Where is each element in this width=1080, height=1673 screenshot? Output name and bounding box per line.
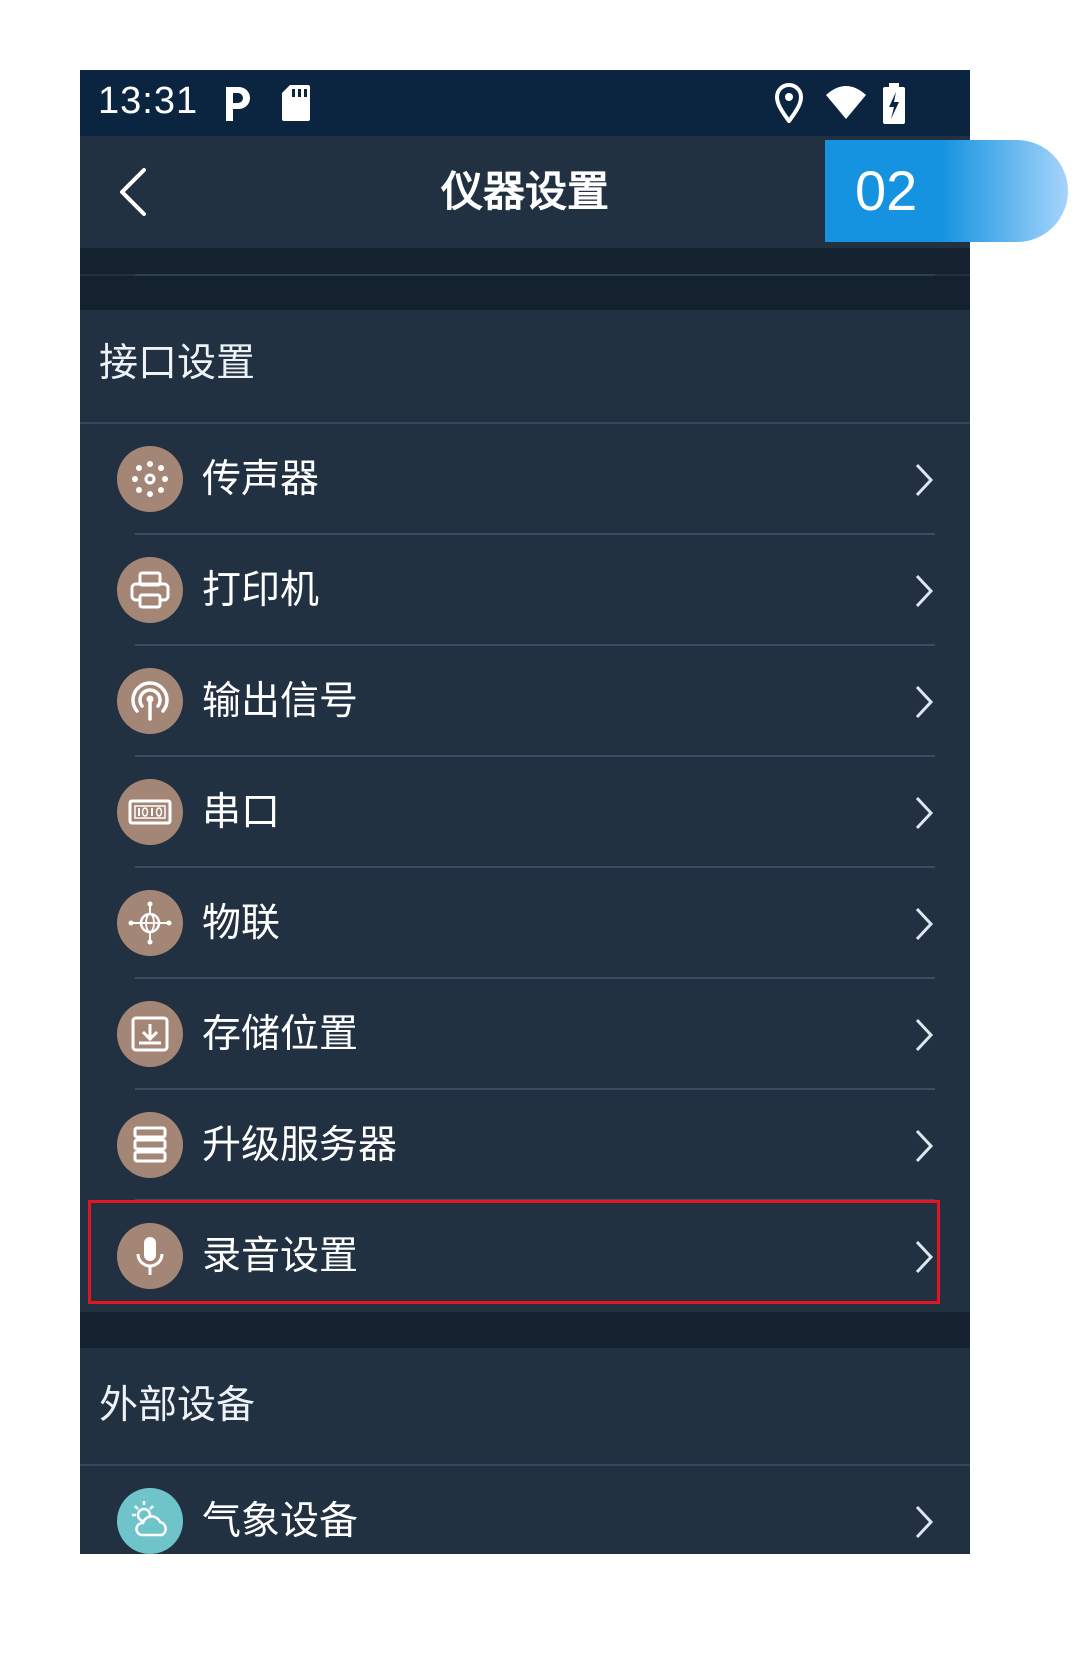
step-badge: 02 [825,140,1068,242]
list-item-printer[interactable]: 打印机 [80,535,970,646]
chevron-right-icon [915,1018,934,1052]
list-item-storage-location[interactable]: 存储位置 [80,979,970,1090]
sd-card-icon [280,83,312,127]
server-icon [117,1112,183,1178]
list-item-upgrade-server[interactable]: 升级服务器 [80,1090,970,1201]
weather-icon [117,1488,183,1554]
chevron-right-icon [915,463,934,497]
chevron-right-icon [915,685,934,719]
section-divider [80,248,970,274]
list-item-microphone[interactable]: 传声器 [80,424,970,535]
storage-download-icon [117,1001,183,1067]
list-item-iot[interactable]: 物联 [80,868,970,979]
section-divider [80,276,970,310]
list-item-label: 输出信号 [202,679,359,724]
wifi-icon [824,83,868,127]
chevron-right-icon [915,574,934,608]
parking-icon [220,83,254,127]
highlight-box [88,1200,940,1304]
device-screen: 13:31 仪器设置 接口设置 传声器 打印机 输出信号 串口 物联 存储位置 … [80,70,970,1554]
chevron-right-icon [915,796,934,830]
list-item-label: 存储位置 [202,1012,359,1057]
chevron-right-icon [915,1505,934,1539]
list-item-label: 打印机 [202,568,320,613]
serial-port-icon [117,779,183,845]
printer-icon [117,557,183,623]
chevron-right-icon [915,1129,934,1163]
list-item-label: 物联 [202,901,281,946]
list-item-label: 传声器 [202,457,320,502]
microphone-array-icon [117,446,183,512]
status-bar: 13:31 [80,70,970,136]
status-time: 13:31 [98,80,199,122]
iot-globe-icon [117,890,183,956]
list-item-serial-port[interactable]: 串口 [80,757,970,868]
signal-broadcast-icon [117,668,183,734]
step-number: 02 [855,159,918,222]
list-item-label: 串口 [202,790,281,835]
list-item-weather-device[interactable]: 气象设备 [80,1466,970,1554]
location-icon [774,83,804,127]
battery-charging-icon [882,83,906,129]
section-divider [80,1312,970,1348]
chevron-right-icon [915,907,934,941]
list-item-output-signal[interactable]: 输出信号 [80,646,970,757]
section-title-external-devices: 外部设备 [99,1383,256,1428]
list-item-label: 气象设备 [202,1499,359,1544]
section-title-interface: 接口设置 [99,341,256,386]
list-item-label: 升级服务器 [202,1123,398,1168]
